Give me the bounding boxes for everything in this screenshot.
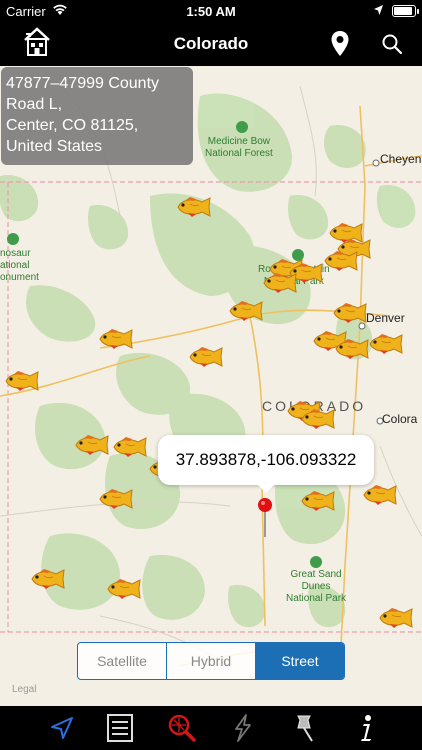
fish-marker-icon[interactable] — [323, 250, 363, 272]
page-title: Colorado — [173, 34, 249, 53]
location-pin-icon[interactable] — [330, 30, 350, 58]
location-arrow-icon — [374, 5, 383, 15]
fish-marker-icon[interactable] — [362, 484, 402, 506]
battery-fill — [394, 7, 412, 15]
fish-marker-icon[interactable] — [262, 272, 302, 294]
legal-link[interactable]: Legal — [12, 684, 36, 695]
fish-marker-icon[interactable] — [378, 607, 418, 629]
fish-marker-icon[interactable] — [4, 370, 44, 392]
map-type-hybrid[interactable]: Hybrid — [167, 643, 256, 679]
status-bar: Carrier 1:50 AM — [0, 0, 422, 22]
fish-marker-icon[interactable] — [112, 436, 152, 458]
bottom-toolbar — [0, 706, 422, 750]
fish-marker-icon[interactable] — [368, 333, 408, 355]
coordinate-callout[interactable]: 37.893878,-106.093322 — [158, 435, 374, 493]
search-icon[interactable] — [381, 33, 403, 55]
list-icon[interactable] — [104, 712, 136, 744]
map-label-text: Great Sand Dunes National Park — [286, 569, 347, 604]
fish-marker-icon[interactable] — [188, 346, 228, 368]
fish-marker-icon[interactable] — [98, 488, 138, 510]
map-label-text: nosaur ational onument — [0, 248, 39, 283]
status-time: 1:50 AM — [186, 4, 236, 19]
fish-marker-icon[interactable] — [106, 578, 146, 600]
map-label-colorado-springs: Colora — [382, 412, 418, 426]
map-label-great-sand-dunes: Great Sand Dunes National Park — [286, 569, 346, 605]
fish-marker-icon[interactable] — [228, 300, 268, 322]
fish-marker-icon[interactable] — [30, 568, 70, 590]
map-label-dinosaur: nosaur ational onument — [0, 248, 39, 284]
search-map-icon[interactable] — [166, 712, 198, 744]
battery-icon — [392, 5, 419, 17]
fish-marker-icon[interactable] — [98, 328, 138, 350]
map-type-segmented-control: Satellite Hybrid Street — [77, 642, 345, 680]
dropped-pin-icon[interactable] — [257, 497, 273, 539]
map-label-cheyenne: Cheyenn — [380, 152, 422, 166]
map-label-medicine-bow: Medicine Bow National Forest — [205, 136, 273, 160]
fish-marker-icon[interactable] — [300, 490, 340, 512]
navigation-bar: Colorado — [0, 22, 422, 66]
fish-marker-icon[interactable] — [300, 408, 340, 430]
fish-marker-icon[interactable] — [74, 434, 114, 456]
map-type-satellite[interactable]: Satellite — [78, 643, 167, 679]
map-type-street[interactable]: Street — [256, 643, 344, 679]
lightning-icon[interactable] — [226, 712, 258, 744]
fish-marker-icon[interactable] — [332, 302, 372, 324]
info-icon[interactable] — [350, 712, 382, 744]
navigate-arrow-icon[interactable] — [46, 712, 78, 744]
map-label-text: Medicine Bow National Forest — [205, 136, 273, 159]
fish-marker-icon[interactable] — [176, 196, 216, 218]
address-overlay: 47877–47999 County Road L, Center, CO 81… — [1, 67, 193, 165]
pushpin-icon[interactable] — [288, 712, 320, 744]
